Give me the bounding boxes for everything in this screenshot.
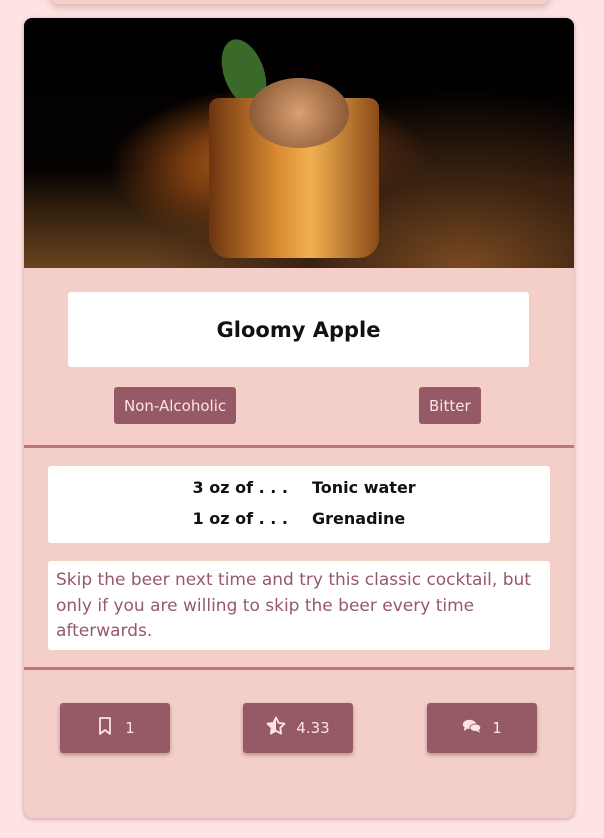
ingredient-row: 3 oz of . . . Tonic water [48,478,550,502]
description: Skip the beer next time and try this cla… [48,561,550,650]
star-half-icon [266,716,286,740]
ingredient-name: Grenadine [312,509,406,528]
ingredient-amount: 3 oz of . . . [192,478,288,497]
divider [24,667,574,670]
previous-card [50,0,550,4]
comments-button[interactable]: 1 [427,703,537,753]
cocktail-card: Gloomy Apple Non-Alcoholic Bitter 3 oz o… [24,18,574,818]
ingredient-name: Tonic water [312,478,416,497]
bookmark-count: 1 [125,719,135,737]
tag-bitter[interactable]: Bitter [419,387,481,424]
ingredient-amount: 1 oz of . . . [192,509,288,528]
divider [24,445,574,448]
comments-icon [462,716,482,740]
rating-button[interactable]: 4.33 [243,703,353,753]
cocktail-title: Gloomy Apple [68,292,529,367]
cocktail-image [24,18,574,268]
tag-non-alcoholic[interactable]: Non-Alcoholic [114,387,237,424]
comment-count: 1 [492,719,502,737]
bookmark-icon [95,716,115,740]
ingredients-list: 3 oz of . . . Tonic water 1 oz of . . . … [48,466,550,543]
ingredient-row: 1 oz of . . . Grenadine [48,509,550,533]
rating-value: 4.33 [296,719,330,737]
bookmark-button[interactable]: 1 [60,703,170,753]
